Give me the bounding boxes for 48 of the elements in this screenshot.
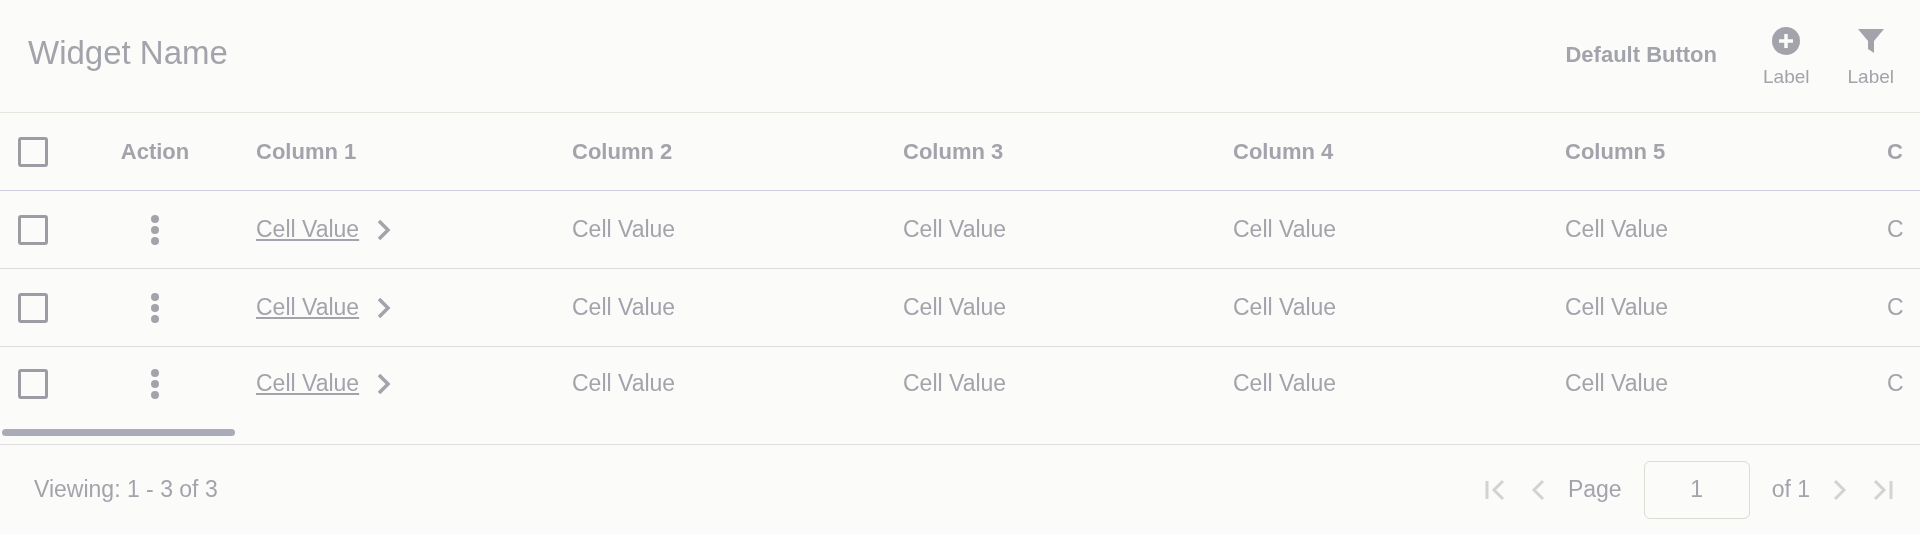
- table-cell-text: Cell Value: [1565, 370, 1670, 397]
- page-label: Page: [1567, 476, 1622, 503]
- chevron-right-icon[interactable]: [377, 218, 392, 241]
- cell-link[interactable]: Cell Value: [256, 294, 360, 321]
- table-cell-text: Cell Value: [1233, 370, 1338, 397]
- chevron-right-icon[interactable]: [377, 296, 392, 319]
- column-header[interactable]: Column 3: [903, 138, 1004, 165]
- filter-icon: [1855, 26, 1886, 56]
- chevron-right-icon[interactable]: [377, 372, 392, 395]
- more-icon[interactable]: [150, 292, 160, 323]
- add-button[interactable]: Label: [1757, 22, 1816, 92]
- default-button[interactable]: Default Button: [1551, 42, 1731, 68]
- column-header[interactable]: Column 4: [1233, 138, 1334, 165]
- table-cell-text: C: [1887, 216, 1905, 243]
- table-cell-text: Cell Value: [1565, 294, 1670, 321]
- table-cell-text: C: [1887, 370, 1905, 397]
- checkbox[interactable]: [18, 368, 48, 399]
- table-cell-text: Cell Value: [1565, 216, 1670, 243]
- column-header: Action: [120, 138, 190, 165]
- checkbox[interactable]: [18, 136, 48, 167]
- chevron-left-icon: [1529, 477, 1546, 502]
- table-cell-text: Cell Value: [572, 216, 677, 243]
- scrollbar-thumb[interactable]: [2, 428, 235, 436]
- table-cell-text: Cell Value: [903, 216, 1008, 243]
- column-header[interactable]: Column 1: [256, 138, 357, 165]
- column-header[interactable]: Column 2: [572, 138, 673, 165]
- chevron-right-icon: [1832, 477, 1848, 502]
- viewing-count: Viewing: 1 - 3 of 3: [34, 476, 218, 503]
- checkbox[interactable]: [18, 292, 48, 323]
- filter-button[interactable]: Label: [1841, 22, 1900, 92]
- widget-title: Widget Name: [28, 34, 228, 72]
- page-total: of 1: [1771, 476, 1810, 503]
- add-circle-icon: [1771, 26, 1802, 56]
- table-cell-text: Cell Value: [572, 294, 677, 321]
- column-header[interactable]: Column 5: [1565, 138, 1666, 165]
- page-input[interactable]: 1: [1643, 460, 1750, 519]
- table-cell-text: Cell Value: [572, 370, 677, 397]
- table-cell-text: Cell Value: [903, 370, 1008, 397]
- table-cell-text: Cell Value: [1233, 294, 1338, 321]
- cell-link[interactable]: Cell Value: [256, 216, 360, 243]
- table-cell-text: Cell Value: [903, 294, 1008, 321]
- more-icon[interactable]: [150, 214, 160, 245]
- more-icon[interactable]: [150, 368, 160, 399]
- table-cell-text: Cell Value: [1233, 216, 1338, 243]
- checkbox[interactable]: [18, 214, 48, 245]
- cell-link[interactable]: Cell Value: [256, 370, 360, 397]
- table-cell-text: C: [1887, 294, 1905, 321]
- column-header[interactable]: C: [1887, 138, 1903, 165]
